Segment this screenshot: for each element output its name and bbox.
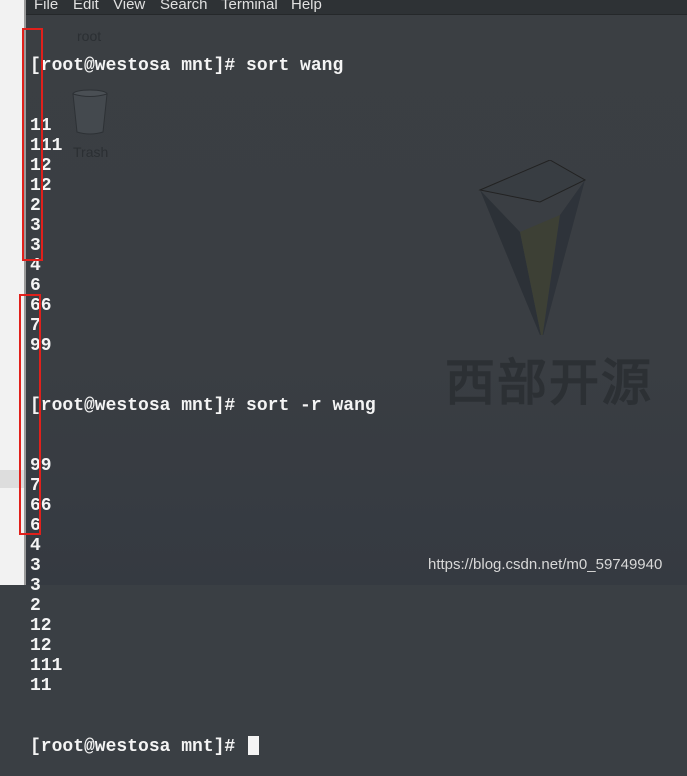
menu-search[interactable]: Search (160, 0, 208, 13)
prompt-line: [root@westosa mnt]# sort wang (30, 56, 344, 76)
output-line: 3 (30, 216, 41, 236)
menu-help[interactable]: Help (291, 0, 322, 13)
output-line: 3 (30, 236, 41, 256)
menu-terminal[interactable]: Terminal (221, 0, 278, 13)
output-line: 66 (30, 496, 52, 516)
output-line: 11 (30, 676, 52, 696)
output-line: 12 (30, 636, 52, 656)
output-line: 66 (30, 296, 52, 316)
output-line: 4 (30, 536, 41, 556)
output-line: 6 (30, 516, 41, 536)
menu-view[interactable]: View (113, 0, 145, 13)
output-line: 7 (30, 476, 41, 496)
output-line: 99 (30, 336, 52, 356)
output-line: 12 (30, 156, 52, 176)
annotation-box (22, 28, 43, 261)
output-line: 99 (30, 456, 52, 476)
menu-bar: File Edit View Search Terminal Help (26, 0, 687, 15)
output-line: 111 (30, 136, 63, 156)
terminal-output: [root@westosa mnt]# sort wang 11 111 12 12 2… (30, 16, 376, 776)
prompt-line: [root@westosa mnt]# (30, 736, 376, 757)
menu-file[interactable]: File (34, 0, 58, 13)
output-line: 111 (30, 656, 63, 676)
prompt-line: [root@westosa mnt]# sort -r wang (30, 396, 376, 416)
output-line: 11 (30, 116, 52, 136)
output-line: 2 (30, 196, 41, 216)
logo-text: 西部开源 (445, 354, 653, 412)
output-line: 4 (30, 256, 41, 276)
text-cursor (248, 736, 260, 755)
output-line: 2 (30, 596, 41, 616)
output-line: 6 (30, 276, 41, 296)
output-line: 3 (30, 556, 41, 576)
output-line: 12 (30, 176, 52, 196)
menu-edit[interactable]: Edit (73, 0, 99, 13)
watermark: https://blog.csdn.net/m0_59749940 (428, 556, 663, 573)
westos-logo-icon (478, 160, 587, 335)
output-line: 3 (30, 576, 41, 596)
output-line: 7 (30, 316, 41, 336)
output-line: 12 (30, 616, 52, 636)
annotation-box (19, 294, 41, 535)
